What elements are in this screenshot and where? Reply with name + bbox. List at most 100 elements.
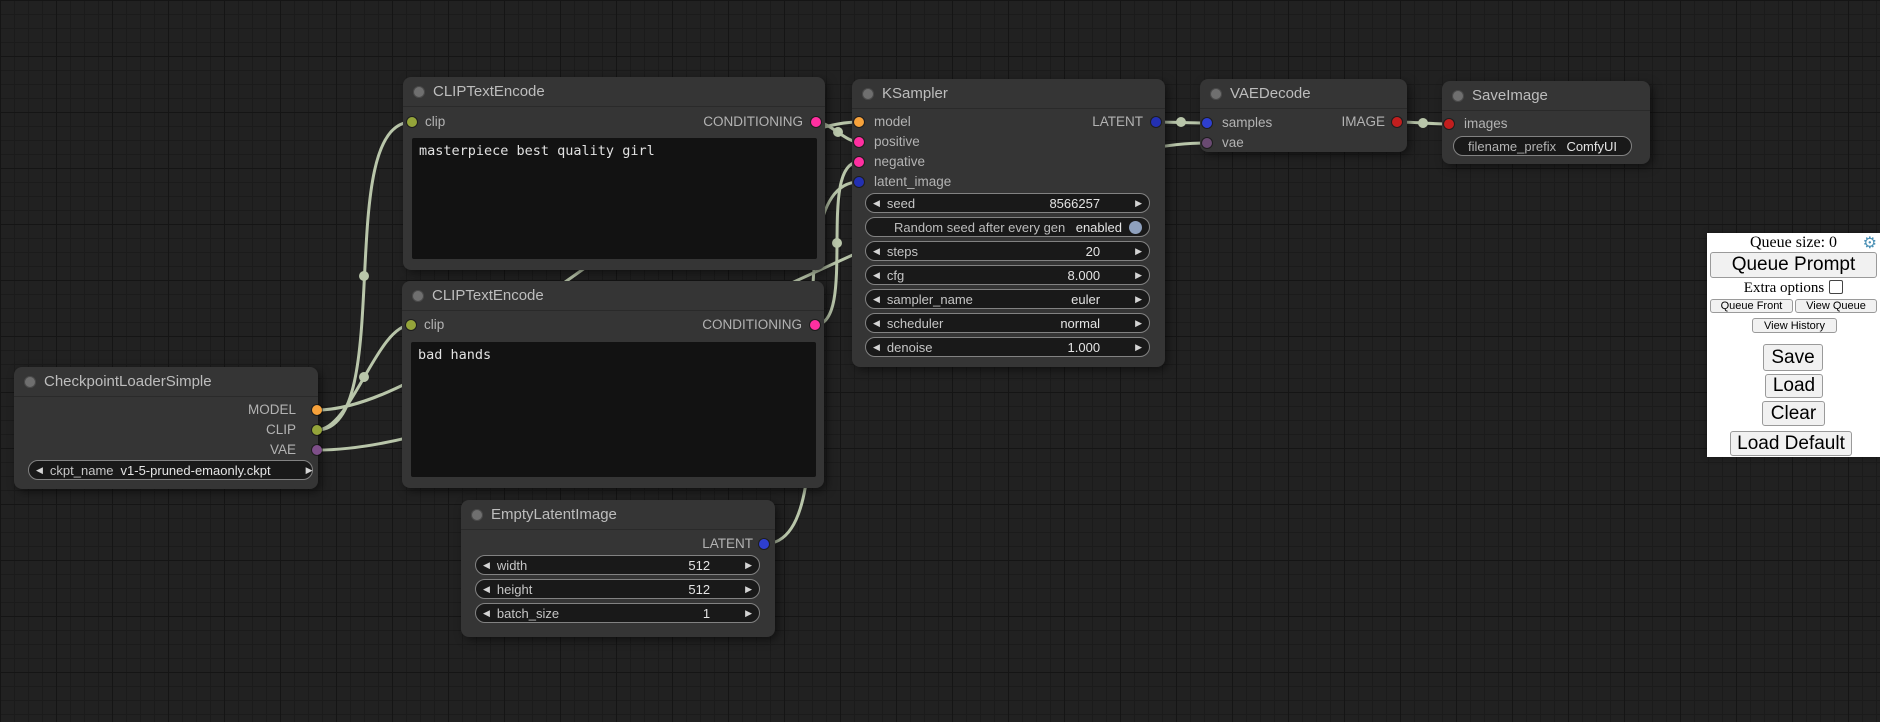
clip-output-dot[interactable] — [312, 425, 322, 435]
conditioning-output-dot[interactable] — [810, 320, 820, 330]
output-slot-conditioning: CONDITIONING — [702, 315, 824, 335]
latent-output-dot[interactable] — [759, 539, 769, 549]
node-save-image[interactable]: SaveImage images filename_prefix ComfyUI — [1442, 81, 1650, 164]
collapse-dot-icon[interactable] — [471, 509, 483, 521]
collapse-dot-icon[interactable] — [1452, 90, 1464, 102]
vae-output-dot[interactable] — [312, 445, 322, 455]
increment-arrow-icon[interactable]: ▶ — [1135, 241, 1142, 261]
collapse-dot-icon[interactable] — [24, 376, 36, 388]
collapse-dot-icon[interactable] — [1210, 88, 1222, 100]
toggle-enabled-icon[interactable] — [1129, 221, 1142, 234]
positive-input-dot[interactable] — [854, 137, 864, 147]
collapse-dot-icon[interactable] — [412, 290, 424, 302]
node-header[interactable]: CLIPTextEncode — [402, 281, 824, 311]
node-header[interactable]: KSampler — [852, 79, 1165, 109]
collapse-dot-icon[interactable] — [413, 86, 425, 98]
width-widget[interactable]: ◀ width 512 ▶ — [475, 555, 760, 575]
decrement-arrow-icon[interactable]: ◀ — [483, 603, 490, 623]
samples-input-dot[interactable] — [1202, 118, 1212, 128]
decrement-arrow-icon[interactable]: ◀ — [36, 460, 43, 480]
steps-widget[interactable]: ◀ steps 20 ▶ — [865, 241, 1150, 261]
scheduler-widget[interactable]: ◀ scheduler normal ▶ — [865, 313, 1150, 333]
image-output-dot[interactable] — [1392, 117, 1402, 127]
negative-input-dot[interactable] — [854, 157, 864, 167]
images-input-dot[interactable] — [1444, 119, 1454, 129]
decrement-arrow-icon[interactable]: ◀ — [873, 265, 880, 285]
increment-arrow-icon[interactable]: ▶ — [1135, 265, 1142, 285]
latent-output-dot[interactable] — [1151, 117, 1161, 127]
node-header[interactable]: EmptyLatentImage — [461, 500, 775, 530]
load-default-button[interactable]: Load Default — [1730, 431, 1852, 456]
decrement-arrow-icon[interactable]: ◀ — [873, 193, 880, 213]
save-button[interactable]: Save — [1763, 344, 1823, 371]
widget-label: steps — [887, 244, 918, 259]
decrement-arrow-icon[interactable]: ◀ — [873, 289, 880, 309]
settings-gear-icon[interactable]: ⚙ — [1863, 233, 1877, 253]
slot-label: CLIP — [266, 422, 296, 437]
node-header[interactable]: CheckpointLoaderSimple — [14, 367, 318, 397]
cfg-widget[interactable]: ◀ cfg 8.000 ▶ — [865, 265, 1150, 285]
clip-input-dot[interactable] — [407, 117, 417, 127]
decrement-arrow-icon[interactable]: ◀ — [873, 313, 880, 333]
node-header[interactable]: CLIPTextEncode — [403, 77, 825, 107]
link-midpoint-dot — [1418, 118, 1428, 128]
decrement-arrow-icon[interactable]: ◀ — [873, 337, 880, 357]
clip-input-dot[interactable] — [406, 320, 416, 330]
node-header[interactable]: VAEDecode — [1200, 79, 1407, 109]
model-output-dot[interactable] — [312, 405, 322, 415]
slot-label: LATENT — [702, 536, 753, 551]
batch-size-widget[interactable]: ◀ batch_size 1 ▶ — [475, 603, 760, 623]
latent-image-input-dot[interactable] — [854, 177, 864, 187]
extra-options-checkbox[interactable] — [1829, 280, 1843, 294]
node-title: VAEDecode — [1230, 85, 1311, 102]
input-slot-latent-image: latent_image — [852, 172, 951, 192]
view-history-button[interactable]: View History — [1752, 318, 1837, 333]
widget-value: 8.000 — [1068, 268, 1101, 283]
slot-label: clip — [425, 114, 445, 129]
model-input-dot[interactable] — [854, 117, 864, 127]
load-button[interactable]: Load — [1765, 374, 1823, 398]
increment-arrow-icon[interactable]: ▶ — [1135, 289, 1142, 309]
negative-prompt-input[interactable]: bad hands — [411, 342, 816, 477]
decrement-arrow-icon[interactable]: ◀ — [483, 555, 490, 575]
increment-arrow-icon[interactable]: ▶ — [1135, 337, 1142, 357]
increment-arrow-icon[interactable]: ▶ — [745, 603, 752, 623]
vae-input-dot[interactable] — [1202, 138, 1212, 148]
denoise-widget[interactable]: ◀ denoise 1.000 ▶ — [865, 337, 1150, 357]
queue-prompt-button[interactable]: Queue Prompt — [1710, 252, 1877, 278]
increment-arrow-icon[interactable]: ▶ — [306, 460, 313, 480]
seed-widget[interactable]: ◀ seed 8566257 ▶ — [865, 193, 1150, 213]
node-empty-latent-image[interactable]: EmptyLatentImage LATENT ◀ width 512 ▶ ◀ … — [461, 500, 775, 637]
increment-arrow-icon[interactable]: ▶ — [745, 555, 752, 575]
sampler-name-widget[interactable]: ◀ sampler_name euler ▶ — [865, 289, 1150, 309]
decrement-arrow-icon[interactable]: ◀ — [873, 241, 880, 261]
node-vae-decode[interactable]: VAEDecode samples vae IMAGE — [1200, 79, 1407, 152]
positive-prompt-input[interactable]: masterpiece best quality girl — [412, 138, 817, 259]
node-checkpoint-loader[interactable]: CheckpointLoaderSimple MODEL CLIP VAE ◀ … — [14, 367, 318, 489]
conditioning-output-dot[interactable] — [811, 117, 821, 127]
decrement-arrow-icon[interactable]: ◀ — [483, 579, 490, 599]
node-ksampler[interactable]: KSampler model positive negative latent_… — [852, 79, 1165, 367]
increment-arrow-icon[interactable]: ▶ — [745, 579, 752, 599]
collapse-dot-icon[interactable] — [862, 88, 874, 100]
height-widget[interactable]: ◀ height 512 ▶ — [475, 579, 760, 599]
ckpt-name-widget[interactable]: ◀ ckpt_name v1-5-pruned-emaonly.ckpt ▶ — [28, 460, 313, 480]
node-header[interactable]: SaveImage — [1442, 81, 1650, 111]
node-clip-text-encode-positive[interactable]: CLIPTextEncode clip CONDITIONING masterp… — [403, 77, 825, 270]
queue-front-button[interactable]: Queue Front — [1710, 299, 1793, 313]
widget-label: ckpt_name — [50, 463, 114, 478]
increment-arrow-icon[interactable]: ▶ — [1135, 193, 1142, 213]
queue-size-label: Queue size: 0 — [1707, 234, 1880, 252]
clear-button[interactable]: Clear — [1762, 401, 1825, 426]
view-queue-button[interactable]: View Queue — [1795, 299, 1877, 313]
widget-value: ComfyUI — [1566, 139, 1617, 154]
node-title: CLIPTextEncode — [432, 287, 544, 304]
increment-arrow-icon[interactable]: ▶ — [1135, 313, 1142, 333]
graph-canvas[interactable]: CheckpointLoaderSimple MODEL CLIP VAE ◀ … — [0, 0, 1880, 722]
node-clip-text-encode-negative[interactable]: CLIPTextEncode clip CONDITIONING bad han… — [402, 281, 824, 488]
widget-label: sampler_name — [887, 292, 973, 307]
widget-value: 20 — [1086, 244, 1100, 259]
filename-prefix-widget[interactable]: filename_prefix ComfyUI — [1453, 136, 1632, 156]
node-title: SaveImage — [1472, 87, 1548, 104]
random-seed-toggle-widget[interactable]: Random seed after every gen enabled — [865, 217, 1150, 237]
